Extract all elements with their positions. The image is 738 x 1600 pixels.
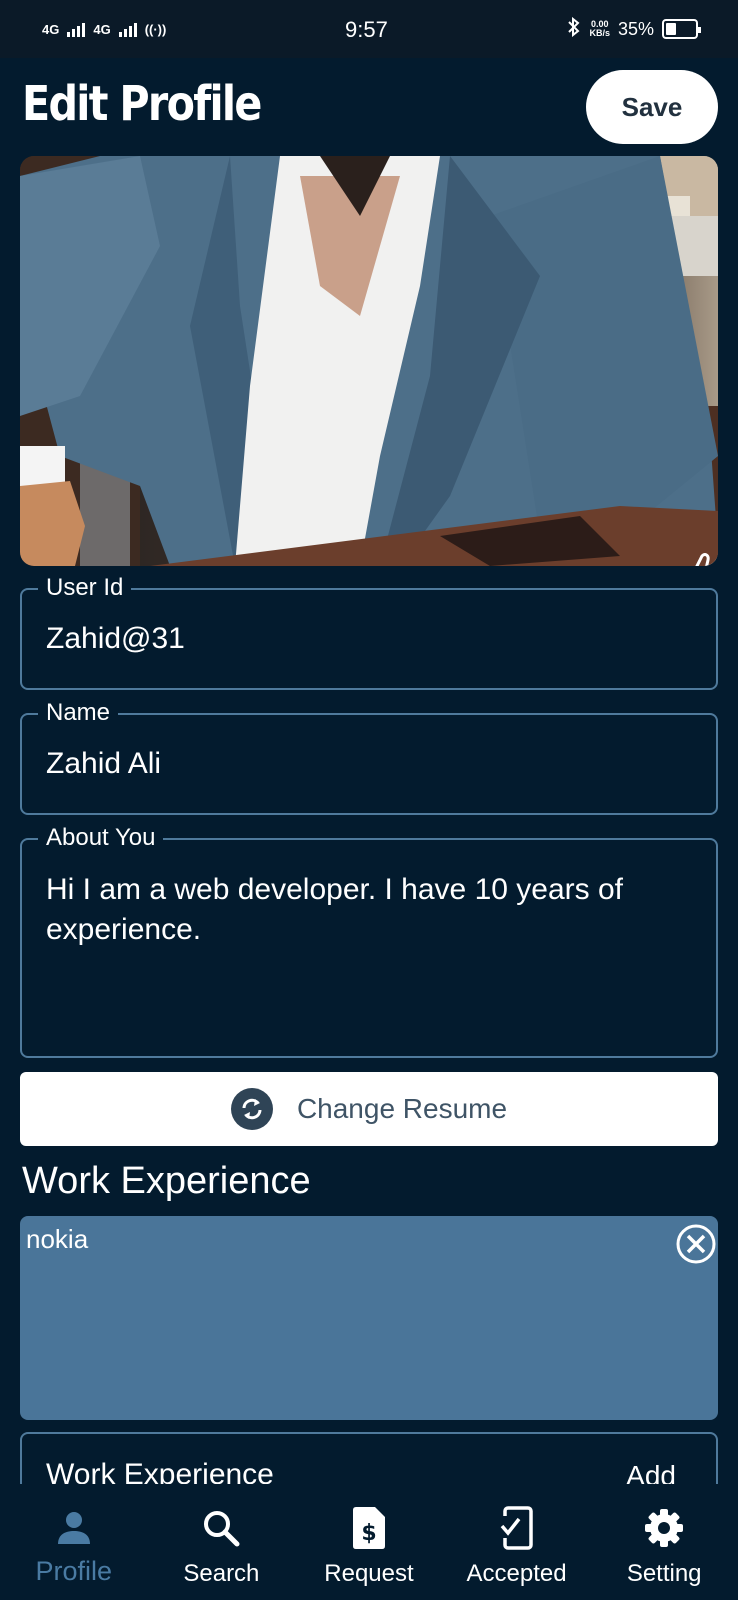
change-resume-button[interactable]: Change Resume [20,1072,718,1146]
nav-label-profile: Profile [35,1556,113,1586]
about-label: About You [38,824,164,852]
change-resume-label: Change Resume [296,1093,508,1124]
network-type-2: 4G [93,21,111,37]
hotspot-icon: ((·)) [144,21,167,37]
svg-text:$: $ [361,1521,376,1546]
battery-percent: 35% [617,18,654,39]
profile-photo[interactable] [20,156,718,566]
user-id-value: Zahid@31 [46,622,185,655]
signal-icon [67,21,86,37]
bottom-nav: Profile Search $ Request Accepted Settin… [0,1484,738,1600]
network-speed: 0.00 KB/s [589,20,610,38]
nav-label-request: Request [324,1560,414,1587]
person-icon [54,1506,94,1550]
nav-item-search[interactable]: Search [151,1506,291,1588]
work-experience-card: nokia [20,1216,718,1420]
nav-label-accepted: Accepted [466,1560,567,1587]
speed-unit: KB/s [589,28,610,38]
page-title: Edit Profile [22,76,262,132]
user-id-field[interactable]: User Id Zahid@31 [20,574,718,690]
status-time: 9:57 [345,17,388,42]
name-field[interactable]: Name Zahid Ali [20,699,718,815]
about-field[interactable]: About You Hi I am a web developer. I hav… [20,824,718,1058]
sync-icon [230,1088,273,1130]
signal-icon-2 [118,21,137,37]
close-icon[interactable] [674,1222,718,1271]
battery-icon [662,19,701,39]
name-value: Zahid Ali [46,747,162,780]
save-button[interactable]: Save [586,70,718,144]
nav-item-profile[interactable]: Profile [4,1506,144,1587]
work-experience-item-name: nokia [26,1224,89,1254]
about-value: Hi I am a web developer. I have 10 years… [46,873,623,946]
name-label: Name [38,699,119,727]
work-experience-title: Work Experience [22,1160,311,1202]
search-icon [201,1506,241,1550]
status-bar: 4G 4G ((·)) 9:57 0.00 KB/s 35% [0,0,738,58]
gear-icon [644,1506,684,1550]
dollar-document-icon: $ [351,1506,387,1550]
profile-photo-illustration [20,156,718,566]
nav-item-request[interactable]: $ Request [299,1506,439,1588]
bluetooth-icon [567,16,581,42]
network-type-1: 4G [42,21,60,37]
nav-item-setting[interactable]: Setting [594,1506,734,1588]
nav-item-accepted[interactable]: Accepted [447,1506,587,1588]
status-right: 0.00 KB/s 35% [567,16,701,42]
network-indicators: 4G 4G ((·)) [42,21,166,37]
user-id-label: User Id [38,574,132,602]
nav-label-setting: Setting [626,1560,702,1587]
nav-label-search: Search [183,1560,260,1587]
phone-check-icon [498,1506,535,1550]
